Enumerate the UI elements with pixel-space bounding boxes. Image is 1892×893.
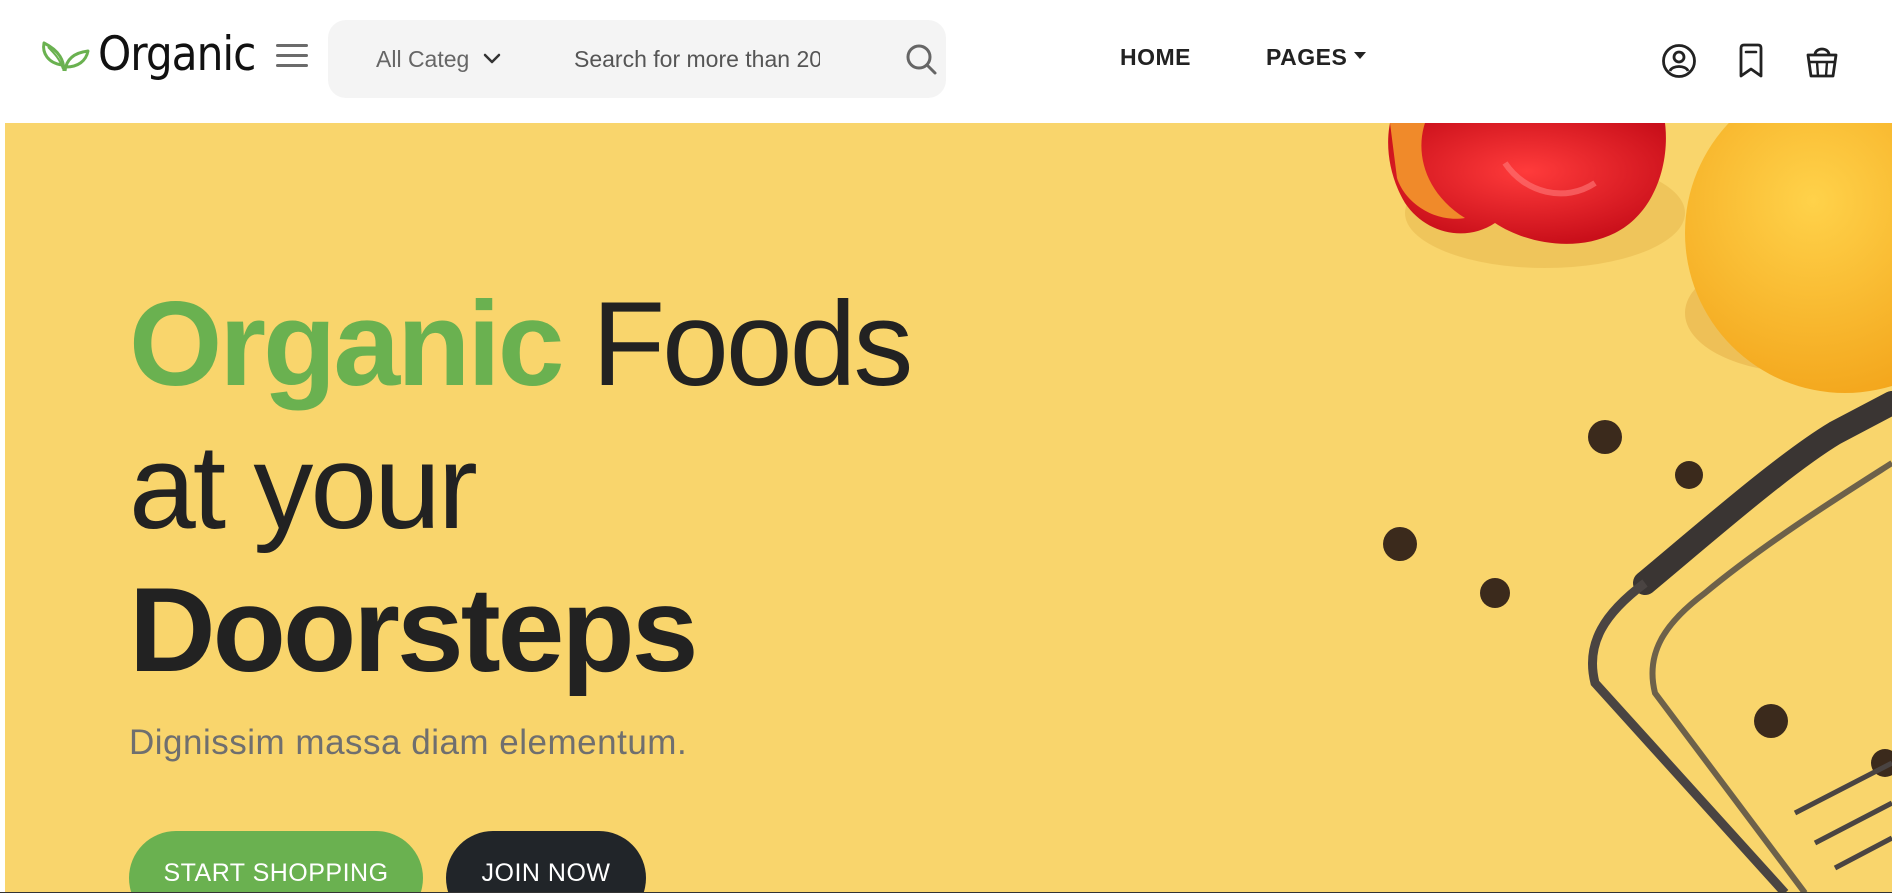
hero-title: Organic Foods at your Doorsteps	[129, 273, 914, 702]
user-icon[interactable]	[1660, 42, 1698, 80]
join-now-button[interactable]: JOIN NOW	[446, 831, 646, 893]
search-input[interactable]	[574, 42, 820, 76]
hero-title-line2: at your	[129, 420, 478, 554]
basket-icon[interactable]	[1803, 42, 1841, 80]
bookmark-icon[interactable]	[1732, 42, 1770, 80]
hero-banner: Organic Foods at your Doorsteps Dignissi…	[5, 123, 1892, 893]
start-shopping-button[interactable]: START SHOPPING	[129, 831, 423, 893]
hero-title-highlight: Organic	[129, 277, 564, 411]
brand-name: Organic	[98, 27, 256, 82]
nav-pages-label: PAGES	[1266, 44, 1348, 70]
hero-subtitle: Dignissim massa diam elementum.	[129, 723, 688, 762]
nav-home[interactable]: HOME	[1120, 44, 1191, 71]
hamburger-icon[interactable]	[276, 44, 308, 72]
chevron-down-icon	[483, 53, 501, 64]
hero-title-line1-rest: Foods	[591, 277, 914, 411]
leaf-icon	[42, 41, 90, 72]
nav-pages[interactable]: PAGES	[1266, 44, 1367, 71]
search-bar: All Categ	[328, 20, 946, 98]
logo[interactable]: Organic	[38, 27, 256, 82]
hero-title-line3: Doorsteps	[129, 563, 698, 697]
caret-down-icon	[1354, 52, 1367, 59]
category-label: All Categ	[376, 45, 468, 72]
search-icon[interactable]	[904, 42, 938, 76]
site-header: Organic All Categ HOME PAGES	[0, 0, 1892, 123]
category-select[interactable]: All Categ	[376, 46, 526, 72]
